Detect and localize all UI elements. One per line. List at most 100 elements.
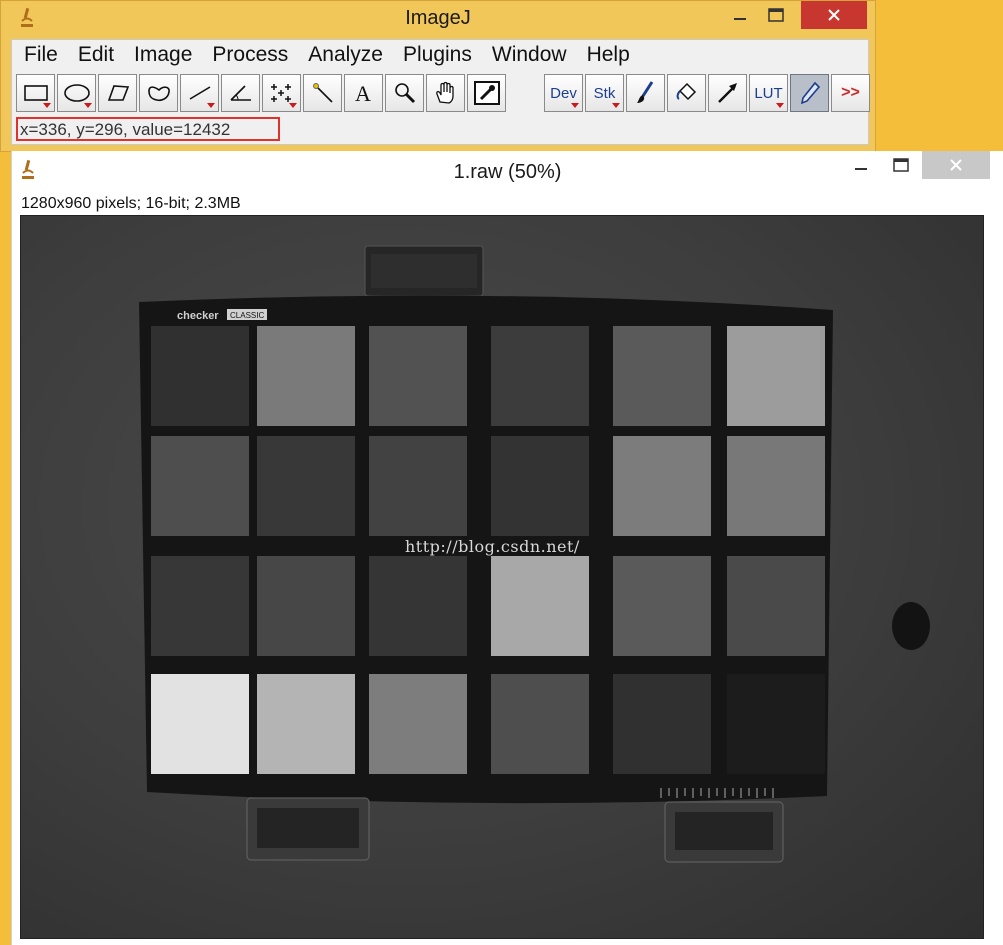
maximize-icon xyxy=(768,8,784,22)
pencil-icon xyxy=(800,81,820,105)
stk-menu-button[interactable]: Stk xyxy=(585,74,624,112)
line-icon xyxy=(189,86,210,100)
freehand-icon xyxy=(147,86,170,102)
arrow-icon xyxy=(717,83,737,103)
image-info-text: 1280x960 pixels; 16-bit; 2.3MB xyxy=(21,195,241,212)
patch-r1-c3 xyxy=(369,326,467,426)
more-tools-label: >> xyxy=(841,84,860,101)
angle-icon xyxy=(229,85,251,101)
rectangle-tool[interactable] xyxy=(16,74,55,112)
scroll-tool[interactable] xyxy=(426,74,465,112)
patch-r1-c4 xyxy=(491,326,589,426)
patch-r3-c1 xyxy=(151,556,249,656)
magnifier-tool[interactable] xyxy=(385,74,424,112)
watermark-text: http://blog.csdn.net/ xyxy=(405,537,580,556)
hand-icon xyxy=(435,81,454,104)
patch-r2-c1 xyxy=(151,436,249,536)
patch-r4-c4 xyxy=(491,674,589,774)
text-icon: A xyxy=(355,82,371,104)
minimize-icon xyxy=(855,168,867,170)
dropper-icon xyxy=(473,81,500,105)
patch-r2-c6 xyxy=(727,436,825,536)
multipoint-tool[interactable] xyxy=(262,74,301,112)
stk-label: Stk xyxy=(593,84,616,102)
menu-analyze[interactable]: Analyze xyxy=(298,40,393,70)
polygon-tool[interactable] xyxy=(98,74,137,112)
status-bar-text: x=336, y=296, value=12432 xyxy=(20,120,231,139)
text-tool[interactable]: A xyxy=(344,74,383,112)
menu-file[interactable]: File xyxy=(14,40,68,70)
menu-image[interactable]: Image xyxy=(124,40,202,70)
angle-tool[interactable] xyxy=(221,74,260,112)
patch-r1-c5 xyxy=(613,326,711,426)
oval-icon xyxy=(63,84,90,102)
patch-r3-c3 xyxy=(369,556,467,656)
checker-label: checker xyxy=(177,310,219,322)
patch-r2-c4 xyxy=(491,436,589,536)
image-maximize-button[interactable] xyxy=(884,151,918,179)
menu-bar: File Edit Image Process Analyze Plugins … xyxy=(12,40,868,70)
menu-edit[interactable]: Edit xyxy=(68,40,124,70)
bottom-right-clip-inner xyxy=(675,812,773,850)
lut-label: LUT xyxy=(754,84,783,102)
maximize-button[interactable] xyxy=(759,1,793,29)
wall-knob xyxy=(892,602,930,650)
oval-tool[interactable] xyxy=(57,74,96,112)
freehand-tool[interactable] xyxy=(139,74,178,112)
top-clip-inner xyxy=(371,254,477,288)
dev-label: Dev xyxy=(550,84,577,102)
magnifier-icon xyxy=(394,83,415,104)
image-close-button[interactable] xyxy=(922,151,990,179)
dev-menu-button[interactable]: Dev xyxy=(544,74,583,112)
polygon-icon xyxy=(107,85,129,101)
patch-r4-c6 xyxy=(727,674,825,774)
patch-r1-c2 xyxy=(257,326,355,426)
close-icon xyxy=(950,159,962,171)
patch-r3-c2 xyxy=(257,556,355,656)
patch-r1-c1 xyxy=(151,326,249,426)
patch-r3-c4 xyxy=(491,556,589,656)
patch-r4-c1 xyxy=(151,674,249,774)
image-canvas[interactable]: checker CLASSIC http://blog.csdn.net/ xyxy=(20,215,984,939)
more-tools-button[interactable]: >> xyxy=(831,74,870,112)
bottom-left-clip-inner xyxy=(257,808,359,848)
rectangle-icon xyxy=(23,85,48,101)
patch-r2-c5 xyxy=(613,436,711,536)
image-minimize-button[interactable] xyxy=(844,151,878,179)
line-tool[interactable] xyxy=(180,74,219,112)
checker-badge-text: CLASSIC xyxy=(230,311,264,320)
menu-process[interactable]: Process xyxy=(202,40,298,70)
patch-r3-c5 xyxy=(613,556,711,656)
brush-icon xyxy=(636,81,653,103)
wand-tool[interactable] xyxy=(303,74,342,112)
patch-r2-c3 xyxy=(369,436,467,536)
minimize-icon xyxy=(734,18,746,20)
lut-menu-button[interactable]: LUT xyxy=(749,74,788,112)
pencil-tool[interactable] xyxy=(790,74,829,112)
menu-window[interactable]: Window xyxy=(482,40,577,70)
menu-help[interactable]: Help xyxy=(577,40,640,70)
multipoint-icon xyxy=(270,84,291,102)
close-button[interactable] xyxy=(801,1,867,29)
arrow-tool[interactable] xyxy=(708,74,747,112)
main-titlebar[interactable]: ImageJ xyxy=(1,1,875,37)
paint-bucket-icon xyxy=(676,82,696,101)
imagej-main-window: ImageJ File Edit Image Process Analyze P… xyxy=(0,0,876,152)
maximize-icon xyxy=(893,158,909,172)
svg-text:A: A xyxy=(355,82,371,104)
color-checker-photo: checker CLASSIC xyxy=(139,245,930,863)
patch-r1-c6 xyxy=(727,326,825,426)
image-window: 1.raw (50%) 1280x960 pixels; 16-bit; 2.3… xyxy=(11,151,1003,945)
patch-r4-c5 xyxy=(613,674,711,774)
main-window-body: File Edit Image Process Analyze Plugins … xyxy=(11,39,870,145)
patch-r2-c2 xyxy=(257,436,355,536)
wand-icon xyxy=(312,83,333,103)
menu-plugins[interactable]: Plugins xyxy=(393,40,482,70)
brush-tool[interactable] xyxy=(626,74,665,112)
color-picker-tool[interactable] xyxy=(467,74,506,112)
minimize-button[interactable] xyxy=(723,1,757,29)
close-icon xyxy=(828,9,840,21)
patch-r4-c3 xyxy=(369,674,467,774)
patch-r3-c6 xyxy=(727,556,825,656)
flood-fill-tool[interactable] xyxy=(667,74,706,112)
